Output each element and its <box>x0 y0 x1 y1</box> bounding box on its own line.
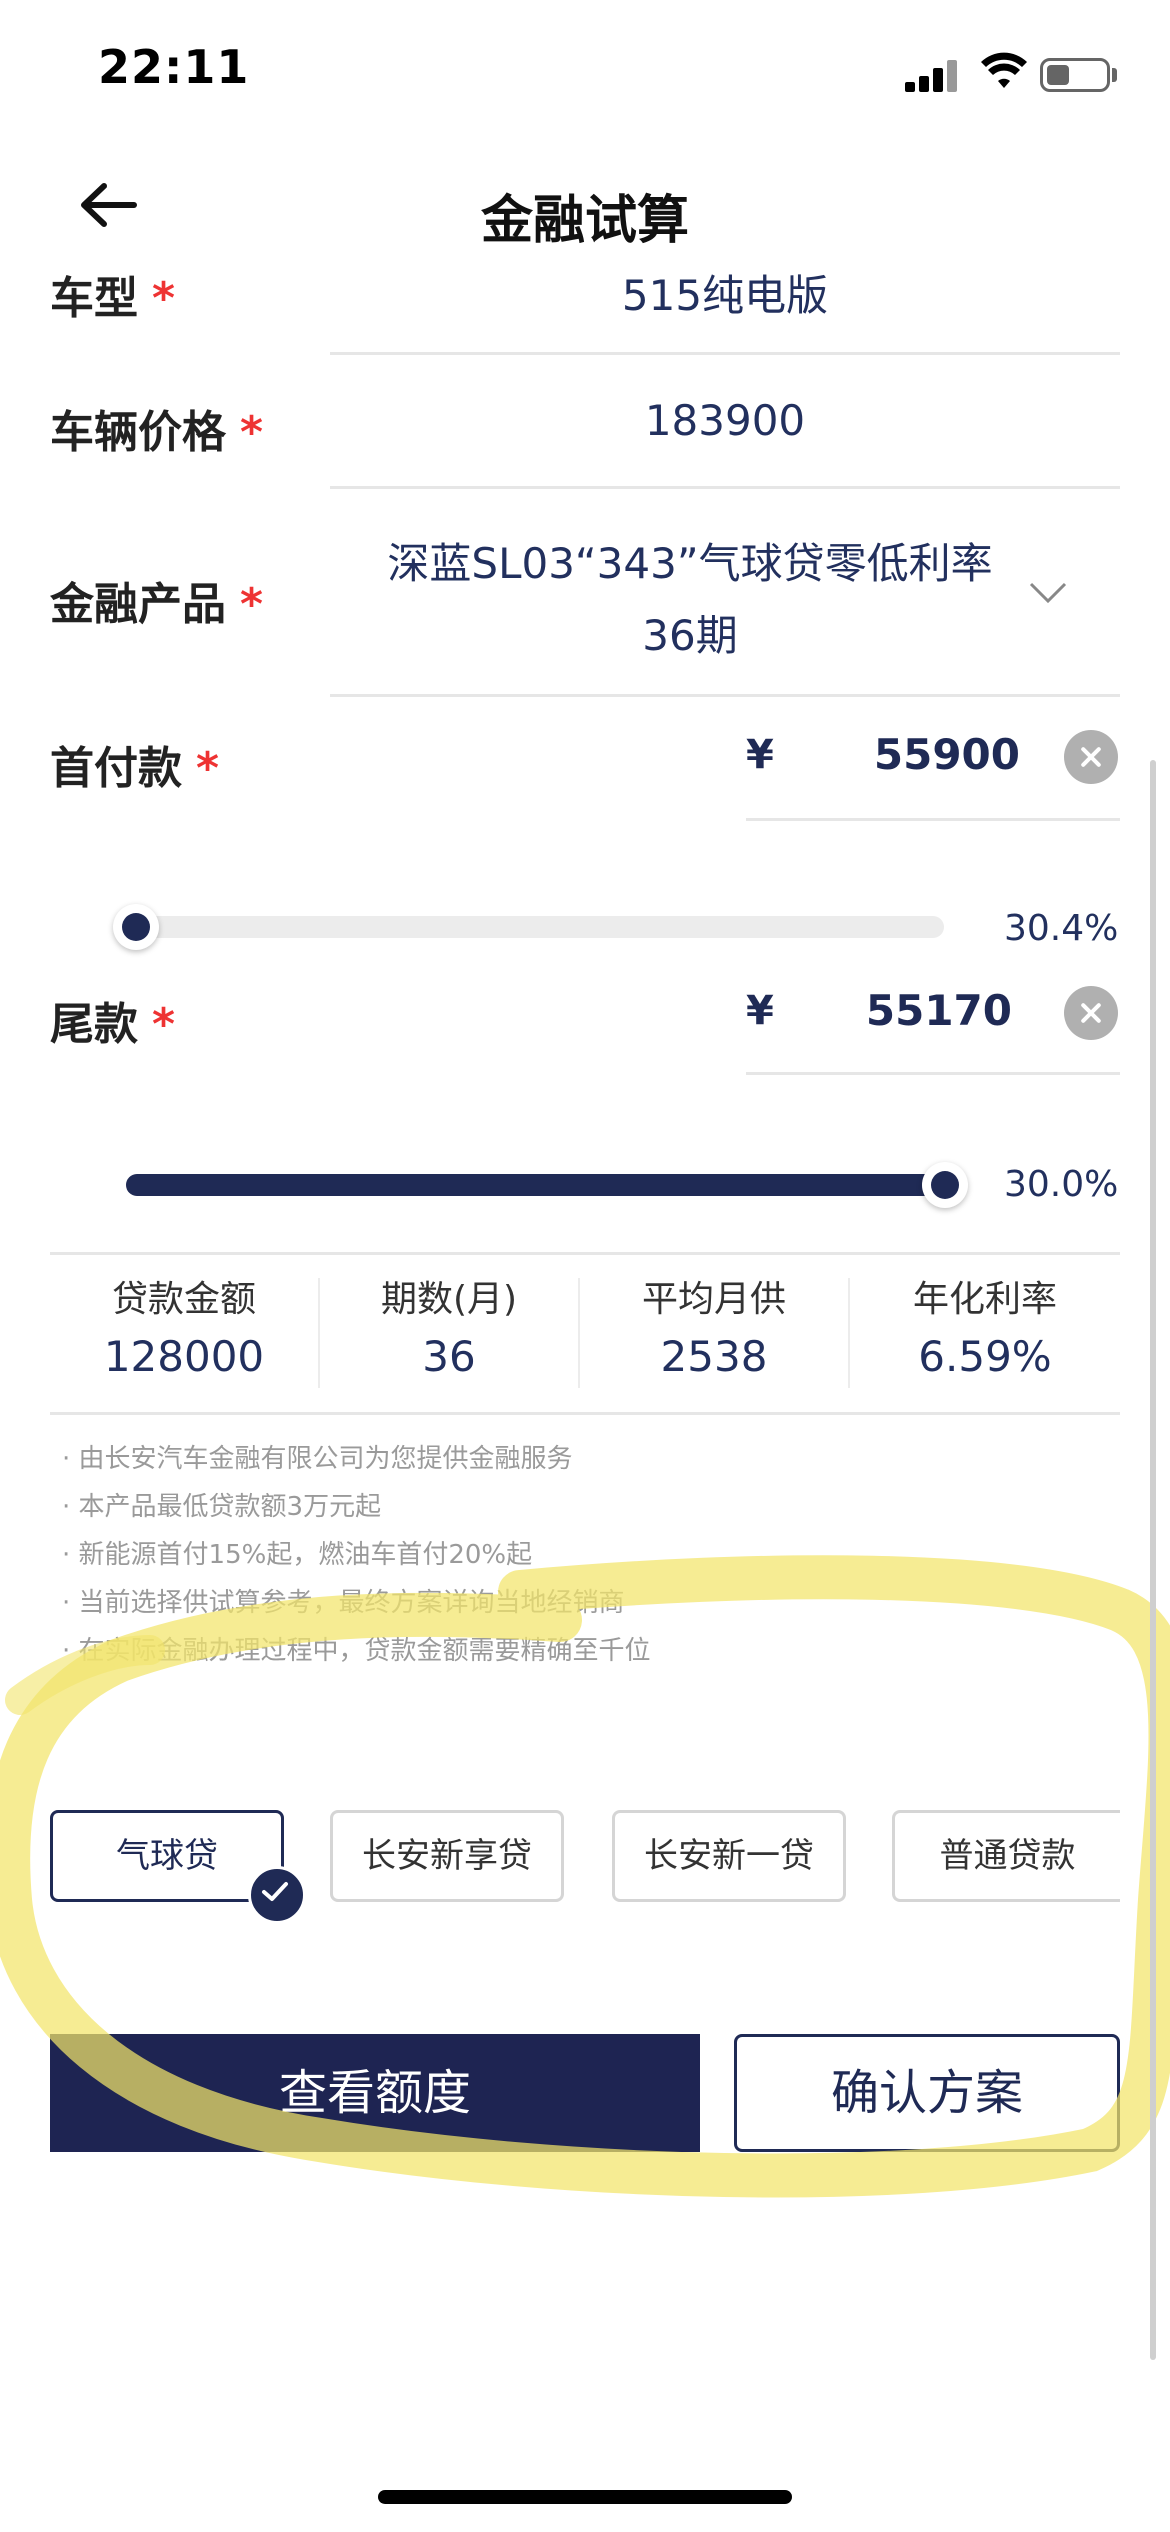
down-payment-label: 首付款 * <box>50 743 220 794</box>
divider <box>330 352 1120 355</box>
chevron-down-icon[interactable] <box>1028 580 1068 610</box>
battery-nub <box>1112 68 1117 82</box>
tab-standard-loan[interactable]: 普通贷款 <box>892 1810 1120 1902</box>
view-quota-button[interactable]: 查看额度 <box>50 2034 700 2152</box>
divider <box>330 694 1120 697</box>
balloon-label: 尾款 * <box>50 999 176 1050</box>
balloon-slider-thumb[interactable] <box>922 1162 968 1208</box>
summary-monthly-payment: 平均月供 2538 <box>641 1279 786 1381</box>
model-label: 车型 * <box>50 273 176 324</box>
status-time: 22:11 <box>98 40 250 94</box>
note-item: · 新能源首付15%起，燃油车首付20%起 <box>62 1540 533 1570</box>
divider <box>330 486 1120 489</box>
price-value[interactable]: 183900 <box>330 396 1120 445</box>
down-payment-input[interactable]: 55900 <box>790 730 1020 779</box>
wifi-icon <box>980 52 1028 92</box>
note-item: · 当前选择供试算参考，最终方案详询当地经销商 <box>62 1588 625 1618</box>
down-payment-slider-track[interactable] <box>126 916 944 938</box>
cellular-signal-icon <box>905 58 957 92</box>
currency-symbol: ¥ <box>746 988 774 1034</box>
divider <box>746 1072 1120 1075</box>
clear-icon[interactable] <box>1064 730 1118 784</box>
note-item: · 在实际金融办理过程中，贷款金额需要精确至千位 <box>62 1636 651 1666</box>
divider <box>50 1252 1120 1255</box>
page-title: 金融试算 <box>480 191 689 251</box>
summary-loan-amount: 贷款金额 128000 <box>103 1279 265 1381</box>
product-label: 金融产品 * <box>50 579 264 630</box>
model-value[interactable]: 515纯电版 <box>330 262 1120 323</box>
product-value-line1[interactable]: 深蓝SL03“343”气球贷零低利率 <box>330 530 1050 591</box>
scrollbar[interactable] <box>1150 760 1156 2360</box>
clear-icon[interactable] <box>1064 986 1118 1040</box>
note-item: · 由长安汽车金融有限公司为您提供金融服务 <box>62 1444 573 1474</box>
check-icon <box>248 1866 306 1924</box>
tab-changan-xinyi[interactable]: 长安新一贷 <box>612 1810 846 1902</box>
divider <box>746 818 1120 821</box>
highlighter-annotation <box>0 1555 1170 2198</box>
balloon-percent: 30.0% <box>1004 1164 1119 1205</box>
down-payment-percent: 30.4% <box>1004 908 1119 949</box>
price-label: 车辆价格 * <box>50 407 264 458</box>
divider <box>50 1412 1120 1415</box>
note-item: · 本产品最低贷款额3万元起 <box>62 1492 382 1522</box>
currency-symbol: ¥ <box>746 732 774 778</box>
home-indicator[interactable] <box>378 2490 792 2504</box>
balloon-slider-fill <box>126 1174 944 1196</box>
summary-annual-rate: 年化利率 6.59% <box>912 1279 1057 1381</box>
product-value-line2[interactable]: 36期 <box>330 602 1050 663</box>
summary-term: 期数(月) 36 <box>380 1279 518 1381</box>
balloon-input[interactable]: 55170 <box>790 986 1012 1035</box>
confirm-plan-button[interactable]: 确认方案 <box>734 2034 1120 2152</box>
tab-changan-xinxiang[interactable]: 长安新享贷 <box>330 1810 564 1902</box>
battery-icon <box>1040 58 1110 92</box>
down-payment-slider-thumb[interactable] <box>113 904 159 950</box>
